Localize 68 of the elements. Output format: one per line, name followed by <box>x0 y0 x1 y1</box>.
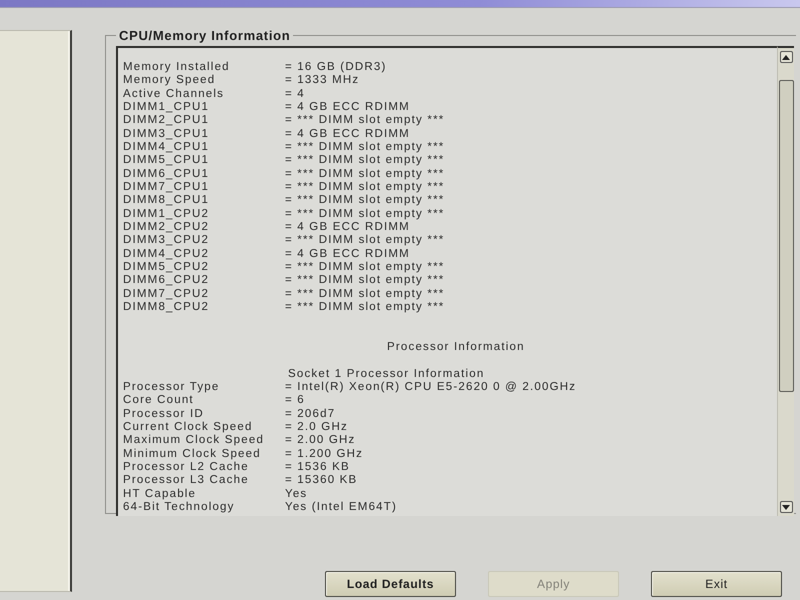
subsection-heading: Socket 1 Processor Information <box>288 368 484 380</box>
info-value: = 206d7 <box>285 408 336 421</box>
info-label: 64-Bit Technology <box>123 500 235 514</box>
info-label: DIMM8_CPU1 <box>123 194 210 208</box>
info-label: DIMM2_CPU1 <box>123 114 210 128</box>
info-label: DIMM4_CPU1 <box>123 140 210 154</box>
info-value: = 4 GB ECC RDIMM <box>285 128 410 141</box>
info-value: Yes (Intel EM64T) <box>285 500 398 514</box>
exit-button[interactable]: Exit <box>651 571 782 597</box>
info-label: Maximum Clock Speed <box>123 434 264 448</box>
scroll-up-button[interactable] <box>780 51 792 63</box>
info-label: Processor L2 Cache <box>123 460 249 474</box>
scroll-down-button[interactable] <box>780 501 792 513</box>
info-label: Minimum Clock Speed <box>123 448 261 461</box>
info-value: = 16 GB (DDR3) <box>285 61 386 74</box>
info-value: = *** DIMM slot empty *** <box>285 274 444 288</box>
info-value: = *** DIMM slot empty *** <box>285 208 444 221</box>
info-label: Core Count <box>123 394 194 408</box>
info-label: DIMM2_CPU2 <box>123 220 210 234</box>
info-value: = 4 GB ECC RDIMM <box>285 220 410 234</box>
info-label: DIMM6_CPU2 <box>123 274 210 288</box>
info-label: Current Clock Speed <box>123 420 253 434</box>
info-value: Yes <box>285 488 308 501</box>
info-label: Active Channels <box>123 88 224 101</box>
info-value: = 2.0 GHz <box>285 420 348 434</box>
group-title: CPU/Memory Information <box>118 28 292 43</box>
triangle-up-icon <box>782 54 790 60</box>
info-label: DIMM7_CPU2 <box>123 288 210 301</box>
info-value: = 4 GB ECC RDIMM <box>285 248 410 261</box>
triangle-down-icon <box>782 504 790 510</box>
info-label: DIMM6_CPU1 <box>123 168 210 181</box>
info-value: = 1.200 GHz <box>285 448 364 461</box>
info-value: = 6 <box>285 394 305 408</box>
info-label: DIMM5_CPU2 <box>123 260 210 274</box>
info-value: = *** DIMM slot empty *** <box>285 154 444 168</box>
info-label: DIMM8_CPU2 <box>123 300 210 314</box>
info-value: = 2.00 GHz <box>285 434 356 448</box>
info-label: DIMM3_CPU1 <box>123 128 210 141</box>
info-value: = *** DIMM slot empty *** <box>285 180 444 194</box>
info-value: = *** DIMM slot empty *** <box>285 114 444 128</box>
info-label: HT Capable <box>123 488 196 501</box>
info-value: = *** DIMM slot empty *** <box>285 300 444 314</box>
info-value: = 15360 KB <box>285 474 358 488</box>
info-value: = *** DIMM slot empty *** <box>285 288 444 301</box>
info-value: = 4 <box>285 88 305 101</box>
info-label: DIMM1_CPU1 <box>123 100 210 114</box>
info-label: DIMM4_CPU2 <box>123 248 210 261</box>
info-label: DIMM3_CPU2 <box>123 234 210 248</box>
info-value: = 1536 KB <box>285 460 350 474</box>
info-value: = Intel(R) Xeon(R) CPU E5-2620 0 @ 2.00GHz <box>285 380 576 394</box>
info-value: = *** DIMM slot empty *** <box>285 234 444 248</box>
info-value: = *** DIMM slot empty *** <box>285 140 444 154</box>
info-label: Memory Installed <box>123 61 230 74</box>
info-value: = *** DIMM slot empty *** <box>285 260 444 274</box>
info-value: = 4 GB ECC RDIMM <box>285 100 410 114</box>
info-label: DIMM7_CPU1 <box>123 180 210 194</box>
scrollbar-thumb[interactable] <box>778 80 794 392</box>
info-value: = 1333 MHz <box>285 74 360 88</box>
info-value: = *** DIMM slot empty *** <box>285 168 444 181</box>
info-label: Processor Type <box>123 380 220 394</box>
info-label: Processor ID <box>123 408 204 421</box>
info-label: Memory Speed <box>123 74 216 88</box>
info-label: Processor L3 Cache <box>123 474 249 488</box>
info-label: DIMM1_CPU2 <box>123 208 210 221</box>
info-label: DIMM5_CPU1 <box>123 154 210 168</box>
info-value: = *** DIMM slot empty *** <box>285 194 444 208</box>
load-defaults-button[interactable]: Load Defaults <box>325 571 456 597</box>
section-heading: Processor Information <box>387 340 525 353</box>
